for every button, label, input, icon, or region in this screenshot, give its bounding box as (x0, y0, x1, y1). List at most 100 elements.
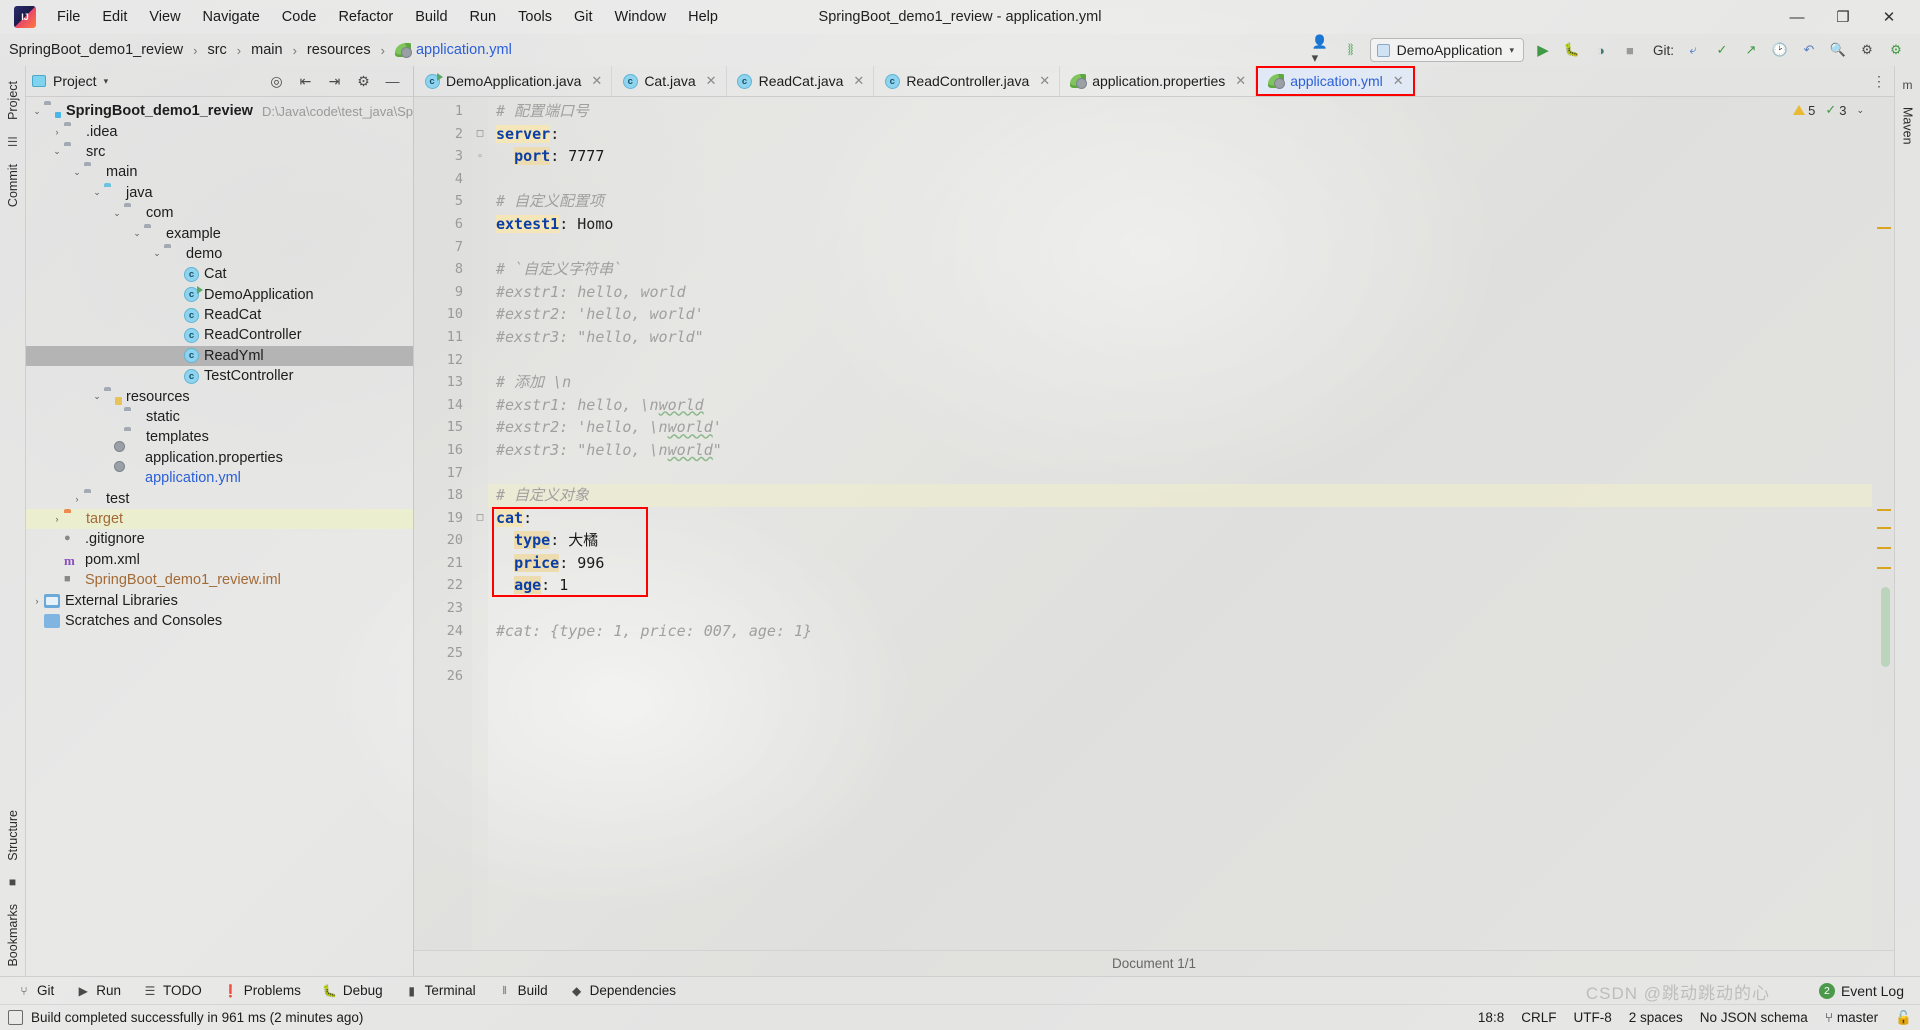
editor-tab-readcat-java[interactable]: c ReadCat.java ✕ (727, 66, 875, 96)
rail-tab-project[interactable]: Project (1, 72, 25, 129)
ide-update-icon[interactable]: ⚙ (1886, 40, 1906, 60)
close-icon[interactable]: ✕ (591, 73, 602, 89)
close-icon[interactable]: ✕ (1393, 73, 1404, 89)
tree-node--idea[interactable]: › .idea (26, 121, 413, 141)
code-line[interactable] (488, 349, 1872, 372)
more-tabs-icon[interactable]: ⋮ (1872, 73, 1886, 90)
tree-node-application-yml[interactable]: › application.yml (26, 468, 413, 488)
tree-expand-arrow[interactable]: ⌄ (70, 167, 84, 178)
tree-expand-arrow[interactable]: › (70, 494, 84, 504)
git-update-icon[interactable]: ⤶ (1683, 40, 1703, 60)
tree-expand-arrow[interactable]: › (110, 412, 124, 422)
undo-arrow-icon[interactable]: ↶ (1799, 40, 1819, 60)
code-line[interactable]: #exstr3: "hello, world" (488, 326, 1872, 349)
chevron-down-icon[interactable]: ⌄ (1856, 105, 1864, 116)
project-panel-title[interactable]: Project ▾ (32, 73, 108, 89)
message-icon[interactable] (8, 1010, 23, 1025)
code-line[interactable]: #cat: {type: 1, price: 007, age: 1} (488, 620, 1872, 643)
tree-node-pom-xml[interactable]: ›m pom.xml (26, 550, 413, 570)
tree-node-java[interactable]: ⌄ java (26, 183, 413, 203)
code-line[interactable]: cat: (488, 507, 1872, 530)
breadcrumb-src[interactable]: src (204, 40, 229, 60)
breadcrumb-main[interactable]: main (248, 40, 285, 60)
code-line[interactable] (488, 462, 1872, 485)
run-configuration-selector[interactable]: DemoApplication ▾ (1369, 38, 1524, 62)
tree-node-application-properties[interactable]: ›application.properties (26, 448, 413, 468)
tree-node--gitignore[interactable]: ›● .gitignore (26, 529, 413, 549)
close-icon[interactable]: ✕ (1235, 73, 1246, 89)
code-line[interactable] (488, 665, 1872, 688)
tool-window-button-todo[interactable]: ☰ TODO (132, 981, 213, 1000)
event-log-area[interactable]: 2 Event Log (1818, 982, 1914, 999)
menu-code[interactable]: Code (271, 5, 328, 29)
tool-window-button-debug[interactable]: 🐛 Debug (312, 981, 394, 1000)
history-clock-icon[interactable]: 🕑 (1770, 40, 1790, 60)
scrollbar-thumb[interactable] (1881, 587, 1890, 667)
breadcrumb-application-yml[interactable]: application.yml (392, 40, 515, 60)
breadcrumb-resources[interactable]: resources (304, 40, 374, 60)
warnings-count[interactable]: 5 (1793, 103, 1815, 118)
tree-node-target[interactable]: › target (26, 508, 413, 530)
code-line[interactable]: # 配置端口号 (488, 100, 1872, 123)
code-line[interactable] (488, 236, 1872, 259)
tree-expand-arrow[interactable]: › (170, 269, 184, 279)
fold-collapse-icon[interactable]: ◻ (472, 507, 488, 530)
tool-window-button-problems[interactable]: ❗ Problems (213, 981, 312, 1000)
tree-expand-arrow[interactable]: › (170, 330, 184, 340)
tree-expand-arrow[interactable]: ⌄ (50, 146, 64, 157)
editor-viewport[interactable]: 1 2 3 4 5 6 7 8 9 10 11 12 13 14 15 16 17 18 19 20 21 22 23 24 2… (414, 97, 1894, 950)
project-tree[interactable]: ⌄ SpringBoot_demo1_review D:\Java\code\tes… (26, 97, 413, 976)
tree-expand-arrow[interactable]: ⌄ (30, 106, 44, 117)
menu-build[interactable]: Build (404, 5, 458, 29)
user-avatar-icon[interactable]: 👤▾ (1312, 34, 1332, 65)
code-line[interactable]: #exstr1: hello, \nworld (488, 394, 1872, 417)
tree-expand-arrow[interactable]: ⌄ (110, 208, 124, 219)
menu-run[interactable]: Run (459, 5, 508, 29)
code-line[interactable]: port: 7777 (488, 145, 1872, 168)
caret-position[interactable]: 18:8 (1478, 1010, 1504, 1025)
code-line[interactable]: age: 1 (488, 574, 1872, 597)
rail-tab-maven[interactable]: Maven (1896, 98, 1920, 154)
tree-node-demoapplication[interactable]: ›c DemoApplication (26, 285, 413, 305)
tree-expand-arrow[interactable]: › (50, 514, 64, 524)
tree-node-readcat[interactable]: ›c ReadCat (26, 305, 413, 325)
tree-node-templates[interactable]: ›templates (26, 427, 413, 447)
close-icon[interactable]: ✕ (853, 73, 864, 89)
tree-expand-arrow[interactable]: › (170, 371, 184, 381)
tree-node-com[interactable]: ⌄ com (26, 203, 413, 223)
hammer-icon[interactable]: ⧚ (1341, 40, 1361, 60)
tree-expand-arrow[interactable]: ⌄ (130, 228, 144, 239)
code-line[interactable] (488, 642, 1872, 665)
tree-node-test[interactable]: › test (26, 488, 413, 508)
weak-warnings-count[interactable]: ✓ 3 (1825, 102, 1846, 118)
settings-gear-icon[interactable]: ⚙ (349, 67, 378, 96)
close-button[interactable]: ✕ (1866, 0, 1912, 34)
git-commit-check-icon[interactable]: ✓ (1712, 40, 1732, 60)
tree-expand-arrow[interactable]: ⌄ (90, 391, 104, 402)
run-play-icon[interactable]: ▶ (1533, 40, 1553, 60)
target-locate-icon[interactable]: ◎ (262, 67, 291, 96)
search-magnifier-icon[interactable]: 🔍 (1828, 40, 1848, 60)
tree-node-springboot-demo1-review[interactable]: ⌄ SpringBoot_demo1_review D:\Java\code\tes… (26, 101, 413, 121)
inspection-status-widget[interactable]: 5 ✓ 3 ⌄ (1793, 102, 1864, 118)
tool-window-button-build[interactable]: ⧚ Build (487, 981, 559, 1000)
tree-node-readyml[interactable]: ›c ReadYml (26, 345, 413, 367)
tree-node-resources[interactable]: ⌄ resources (26, 386, 413, 406)
editor-tab-cat-java[interactable]: c Cat.java ✕ (612, 66, 727, 96)
menu-edit[interactable]: Edit (91, 5, 138, 29)
menu-help[interactable]: Help (677, 5, 729, 29)
tree-expand-arrow[interactable]: › (170, 310, 184, 320)
maximize-button[interactable]: ❐ (1820, 0, 1866, 34)
code-line[interactable]: #exstr2: 'hello, \nworld' (488, 416, 1872, 439)
expand-all-icon[interactable]: ⇤ (291, 67, 320, 96)
tree-node-main[interactable]: ⌄ main (26, 162, 413, 182)
json-schema-status[interactable]: No JSON schema (1700, 1010, 1808, 1025)
fold-collapse-icon[interactable]: ◻ (472, 123, 488, 146)
tree-expand-arrow[interactable]: › (110, 473, 124, 483)
tree-expand-arrow[interactable]: › (50, 555, 64, 565)
indent-setting[interactable]: 2 spaces (1629, 1010, 1683, 1025)
code-line[interactable]: extest1: Homo (488, 213, 1872, 236)
tree-node-springboot-demo1-review-iml[interactable]: ›■ SpringBoot_demo1_review.iml (26, 570, 413, 590)
tree-node-cat[interactable]: ›c Cat (26, 264, 413, 284)
code-line[interactable]: # 添加 \n (488, 371, 1872, 394)
